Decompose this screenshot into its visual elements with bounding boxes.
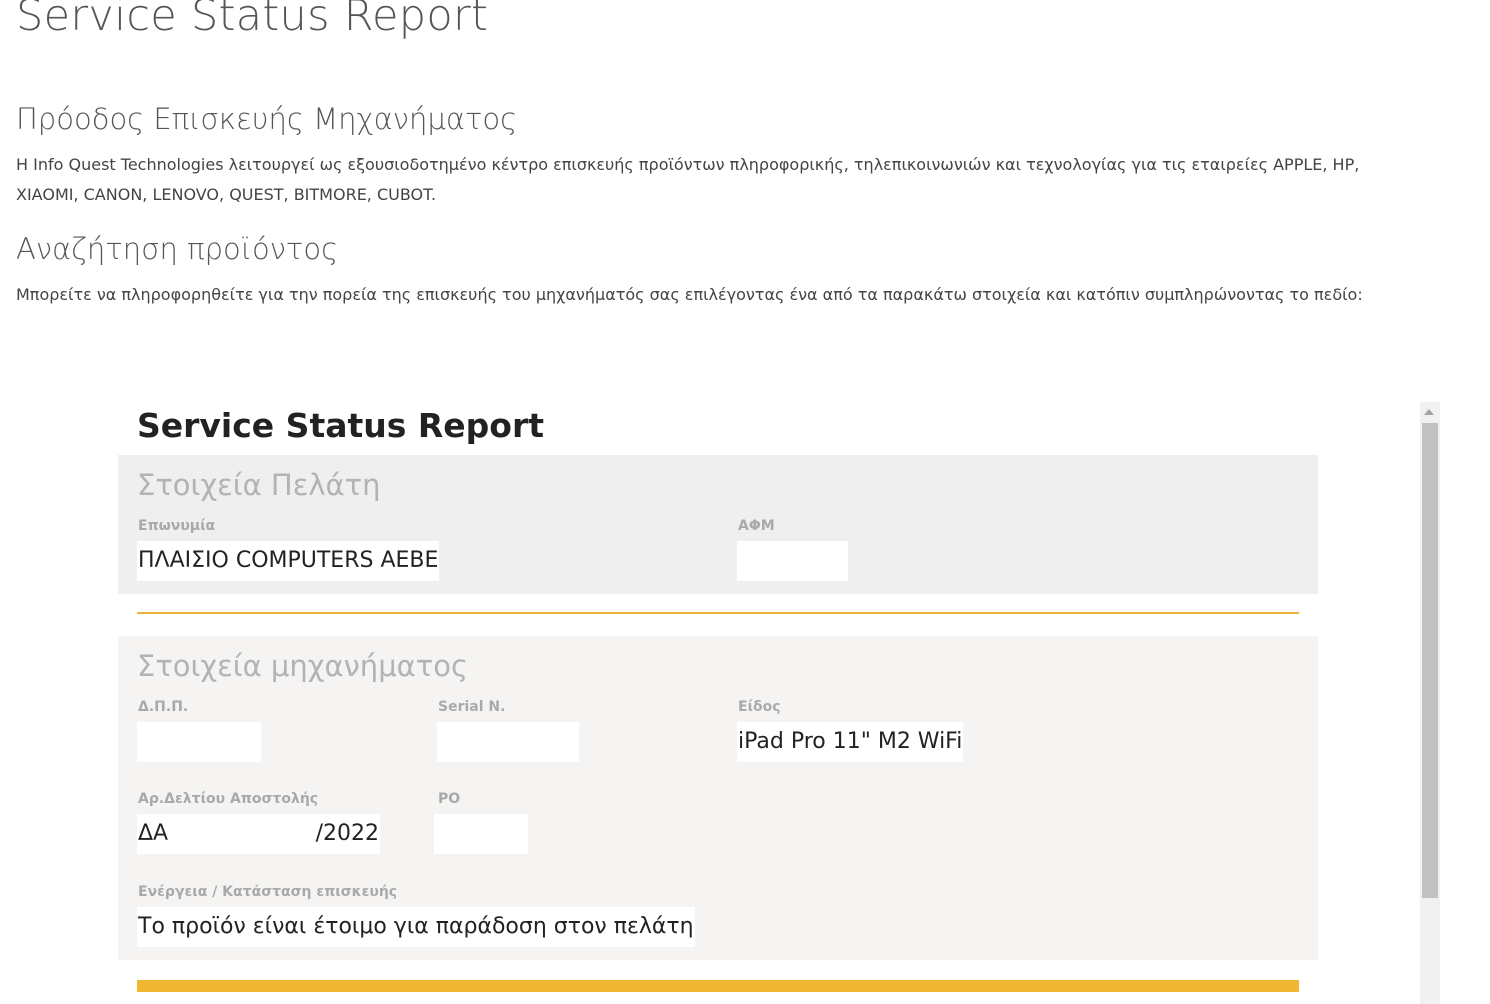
scroll-up-arrow-icon[interactable] [1424, 409, 1434, 415]
page-title: Service Status Report [16, 0, 489, 41]
product-type-value: iPad Pro 11" M2 WiFi [737, 722, 964, 762]
repair-status-value: Το προϊόν είναι έτοιμο για παράδοση στον… [137, 907, 695, 947]
search-instructions: Μπορείτε να πληροφορηθείτε για την πορεί… [16, 285, 1363, 304]
scrollbar-thumb[interactable] [1422, 423, 1438, 898]
repair-progress-heading: Πρόοδος Επισκευής Μηχανήματος [16, 102, 518, 136]
repair-status-label: Ενέργεια / Κατάσταση επισκευής [138, 884, 398, 900]
po-label: PO [438, 791, 461, 807]
dpp-label: Δ.Π.Π. [138, 699, 189, 715]
service-report-frame: Service Status Report Στοιχεία Πελάτη Επ… [118, 402, 1440, 1004]
delivery-note-suffix: /2022 [315, 821, 379, 846]
intro-paragraph: Η Info Quest Technologies λειτουργεί ως … [16, 155, 1360, 204]
product-search-heading: Αναζήτηση προϊόντος [16, 232, 339, 266]
delivery-note-label: Αρ.Δελτίου Αποστολής [138, 791, 319, 807]
delivery-note-value: ΔΑ /2022 [137, 814, 380, 854]
vat-number-label: ΑΦΜ [738, 518, 775, 534]
company-name-label: Επωνυμία [138, 518, 216, 534]
customer-details-card: Στοιχεία Πελάτη Επωνυμία ΠΛΑΙΣΙΟ COMPUTE… [118, 455, 1318, 594]
dpp-value [137, 722, 261, 762]
delivery-note-prefix: ΔΑ [138, 821, 169, 846]
accent-bar [137, 980, 1299, 992]
company-name-value: ΠΛΑΙΣΙΟ COMPUTERS ΑΕΒΕ [137, 541, 440, 581]
vertical-scrollbar[interactable] [1420, 402, 1440, 1004]
vat-number-value [737, 541, 848, 581]
customer-details-heading: Στοιχεία Πελάτη [137, 468, 381, 502]
serial-number-value [437, 722, 579, 762]
device-details-heading: Στοιχεία μηχανήματος [137, 649, 468, 683]
section-divider [137, 612, 1299, 614]
device-details-card: Στοιχεία μηχανήματος Δ.Π.Π. Serial N. Εί… [118, 636, 1318, 960]
product-type-label: Είδος [738, 699, 781, 715]
po-value [434, 814, 528, 854]
serial-number-label: Serial N. [438, 699, 506, 715]
report-title: Service Status Report [137, 406, 545, 445]
